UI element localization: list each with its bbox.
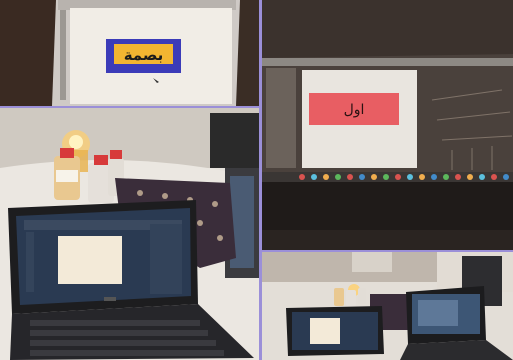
divider-left <box>0 106 259 108</box>
projection-bassma-photo: بصمة <box>0 0 259 106</box>
projection-awwal-photo: اول <box>262 0 513 250</box>
small-tablet <box>286 306 384 356</box>
divider-right <box>262 250 513 252</box>
bassma-text: بصمة <box>124 46 164 64</box>
taskbar <box>262 172 513 182</box>
photoshop-canvas <box>58 236 122 284</box>
panel-projection-bassma: بصمة <box>0 0 259 106</box>
divider-vertical <box>259 0 262 360</box>
panel-projection-awwal: اول <box>262 0 513 250</box>
photo-collage: بصمة اول <box>0 0 513 360</box>
surface-tablet <box>8 200 198 314</box>
devices-table-photo <box>262 252 513 360</box>
panel-tablet-desk <box>0 108 259 360</box>
tablet-desk-photo <box>0 108 259 360</box>
panel-devices-table <box>262 252 513 360</box>
awwal-text: اول <box>344 102 365 118</box>
bassma-box: بصمة <box>106 39 181 73</box>
